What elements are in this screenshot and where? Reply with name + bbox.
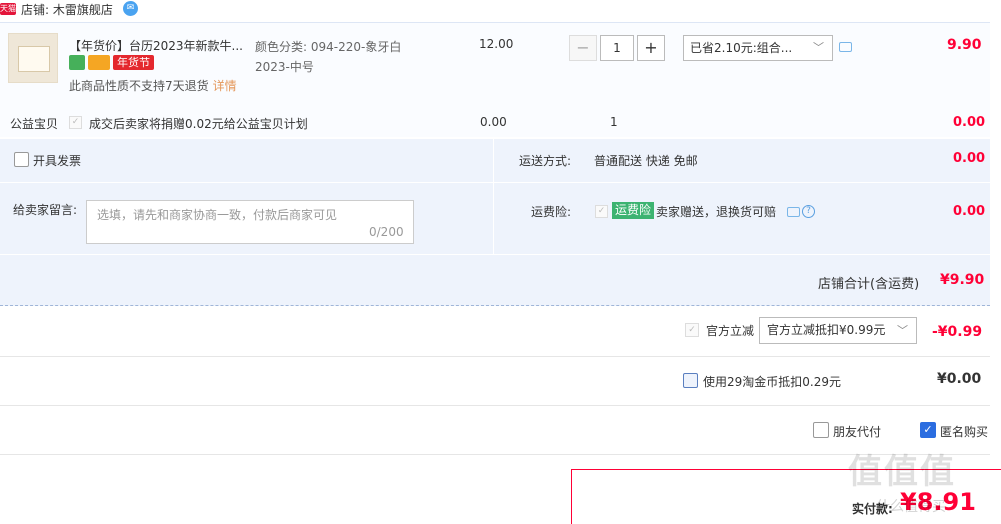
panel-divider: [0, 254, 990, 255]
watermark-subtitle: 什么值得买: [876, 499, 946, 515]
freight-insurance-checkbox: ✓: [595, 205, 608, 218]
freight-insurance-badge: 运费险: [612, 202, 655, 219]
divider: [0, 454, 990, 455]
divider: [0, 356, 990, 357]
shop-header: 天猫 店铺: 木雷旗舰店 ✉: [0, 0, 1001, 22]
quantity-input[interactable]: 1: [600, 35, 634, 61]
charity-price: 0.00: [480, 115, 507, 129]
official-discount-value: 官方立减抵扣¥0.99元: [767, 323, 886, 337]
guarantee-icon: [69, 55, 85, 70]
shipping-method: 普通配送 快递 免邮: [594, 154, 698, 168]
promotion-select-value: 已省2.10元:组合...: [690, 41, 793, 55]
seller-message-char-count: 0/200: [369, 225, 404, 239]
store-total: ¥9.90: [940, 272, 985, 288]
freight-insurance-fee: 0.00: [953, 204, 986, 219]
unit-price: 12.00: [479, 37, 514, 51]
anonymous-checkbox[interactable]: ✓: [920, 422, 936, 438]
freight-insurance-text: 卖家赠送，退换货可赔: [656, 205, 777, 219]
credit-card-icon: [88, 55, 110, 70]
quantity-increase-button[interactable]: +: [637, 35, 665, 61]
taobao-coin-label[interactable]: 使用29淘金币抵扣0.29元: [703, 373, 841, 390]
store-total-label: 店铺合计(含运费): [818, 277, 920, 292]
promotion-select[interactable]: 已省2.10元:组合... ﹀: [683, 35, 833, 61]
detail-link[interactable]: 详情: [213, 79, 237, 93]
chat-icon[interactable]: ✉: [123, 1, 138, 16]
shop-name[interactable]: 店铺: 木雷旗舰店: [21, 1, 113, 18]
friend-pay-checkbox[interactable]: [813, 422, 829, 438]
charity-label: 公益宝贝: [10, 117, 59, 131]
invoice-checkbox[interactable]: [14, 152, 29, 167]
official-discount-checkbox: ✓: [685, 323, 699, 337]
order-item: 【年货价】台历2023年新款牛... 年货节 此商品性质不支持7天退货 详情 颜色…: [0, 22, 990, 137]
no-return-notice: 此商品性质不支持7天退货 详情: [69, 77, 237, 94]
seller-message-label: 给卖家留言:: [13, 203, 78, 217]
charity-checkbox: ✓: [69, 116, 82, 129]
no-return-text: 此商品性质不支持7天退货: [69, 79, 209, 93]
divider: [0, 405, 990, 406]
product-title[interactable]: 【年货价】台历2023年新款牛...: [69, 37, 243, 54]
friend-pay-label[interactable]: 朋友代付: [833, 423, 881, 440]
item-subtotal: 9.90: [947, 37, 982, 53]
chevron-down-icon: ﹀: [813, 41, 824, 54]
official-discount-select[interactable]: 官方立减抵扣¥0.99元 ﹀: [759, 317, 917, 344]
watermark: 值值值: [848, 452, 956, 492]
charity-text: 成交后卖家将捐赠0.02元给公益宝贝计划: [89, 117, 308, 131]
charity-total: 0.00: [953, 115, 986, 130]
product-thumbnail[interactable]: [8, 33, 58, 83]
shipping-fee: 0.00: [953, 151, 986, 166]
shipping-label: 运送方式:: [519, 154, 572, 168]
freight-insurance-label: 运费险:: [531, 205, 572, 219]
official-discount-amount: -¥0.99: [932, 324, 983, 340]
taobao-coin-amount: ¥0.00: [937, 371, 982, 387]
taobao-coin-checkbox[interactable]: [683, 373, 698, 388]
product-tags: 年货节: [69, 55, 154, 71]
panel-divider: [493, 139, 494, 254]
quantity-decrease-button[interactable]: −: [569, 35, 597, 61]
sku-attribute: 颜色分类: 094-220-象牙白2023-中号: [255, 40, 402, 74]
tmall-badge: 天猫: [0, 3, 16, 15]
invoice-label[interactable]: 开具发票: [33, 152, 81, 169]
seller-message-placeholder: 选填，请先和商家协商一致，付款后商家可见: [97, 208, 338, 222]
panel-divider: [0, 182, 990, 183]
comment-icon[interactable]: [839, 42, 852, 52]
charity-quantity: 1: [610, 115, 618, 129]
official-discount-label: 官方立减: [706, 324, 755, 338]
chevron-down-icon: ﹀: [897, 324, 908, 337]
comment-icon[interactable]: [787, 207, 800, 217]
anonymous-label[interactable]: 匿名购买: [940, 423, 988, 440]
new-year-tag: 年货节: [113, 55, 154, 70]
help-icon[interactable]: ?: [802, 205, 815, 218]
